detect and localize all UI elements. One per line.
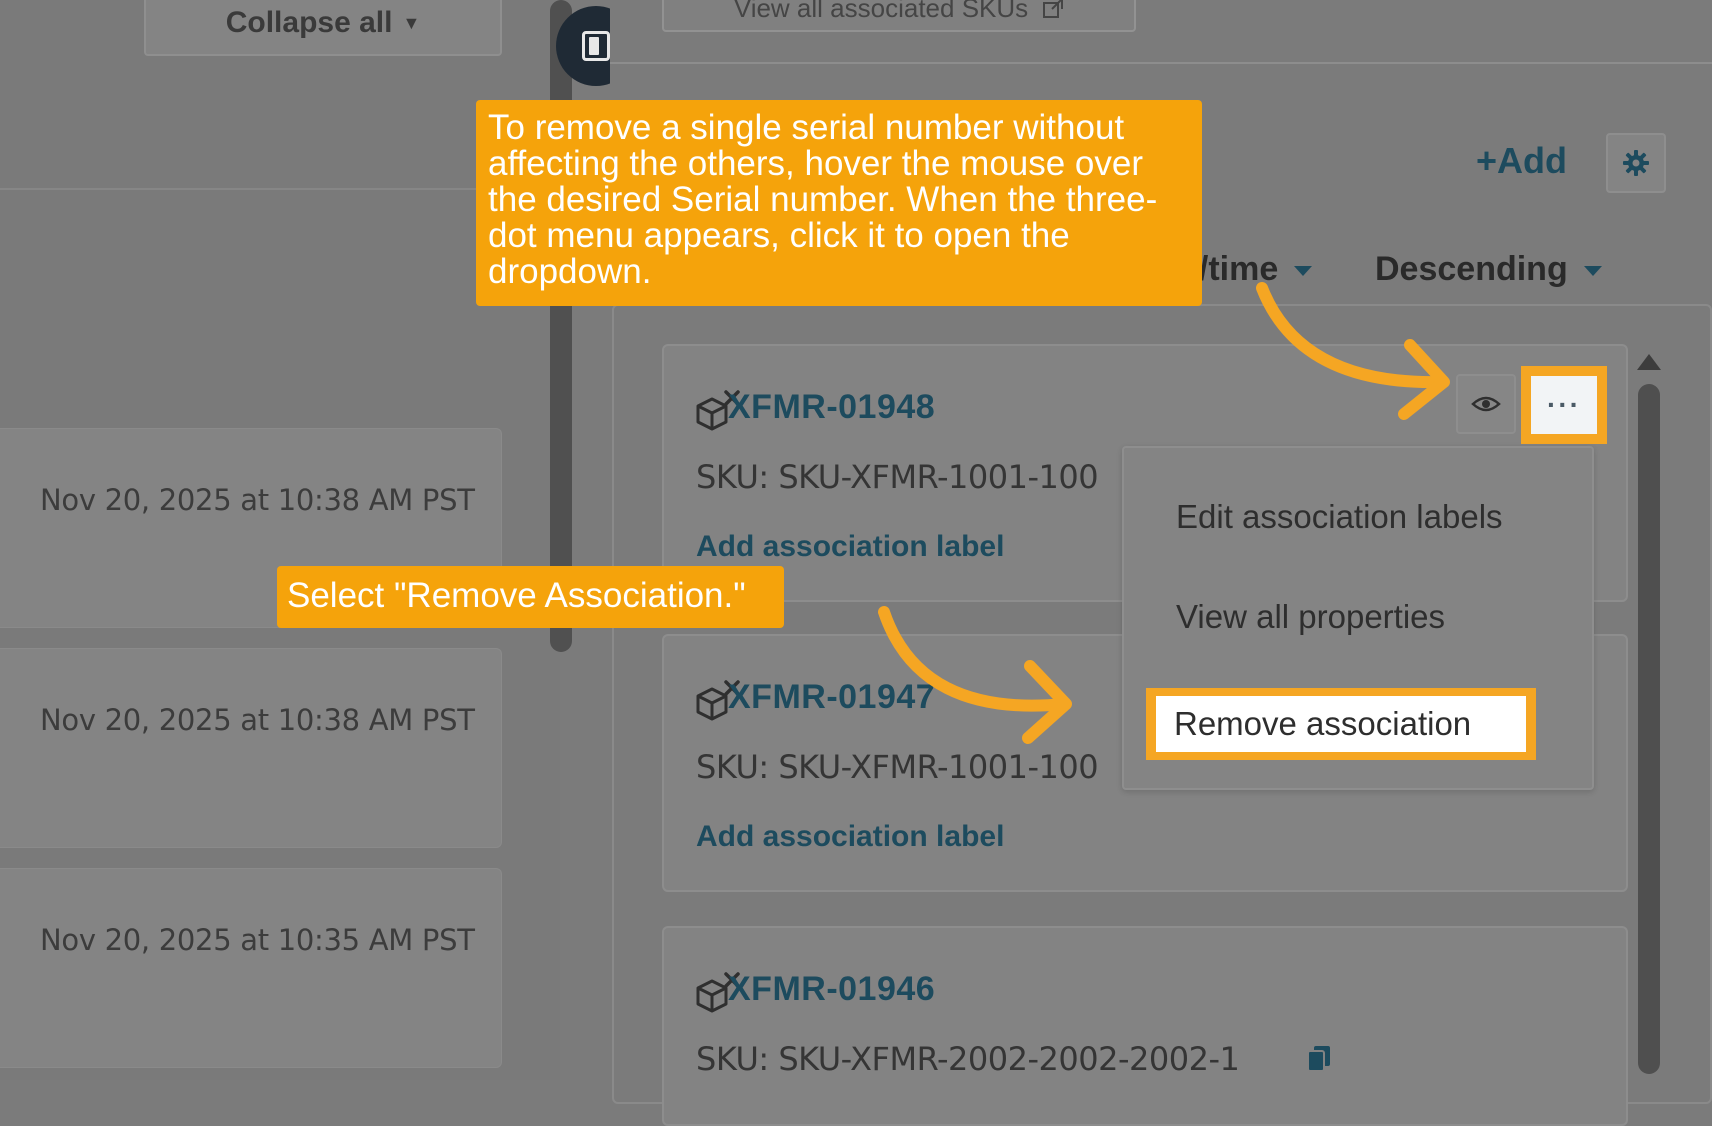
sort-order-label: Descending (1375, 250, 1568, 288)
add-association-label-link[interactable]: Add association label (696, 820, 1004, 854)
menu-item-view-all-properties[interactable]: View all properties (1176, 598, 1445, 636)
add-association-label-link[interactable]: Add association label (696, 530, 1004, 564)
activity-timestamp: Nov 20, 2025 at 10:38 AM PST (40, 703, 475, 737)
serial-sku: SKU: SKU-XFMR-1001-100 (696, 458, 1099, 496)
preview-button[interactable] (1456, 374, 1516, 434)
eye-icon (1471, 396, 1501, 412)
chevron-down-icon: ▼ (402, 12, 421, 33)
menu-item-remove-association[interactable]: Remove association (1156, 696, 1526, 752)
sidebar-toggle-icon (582, 31, 610, 61)
activity-scrollbar[interactable] (550, 0, 572, 652)
external-link-icon (1043, 0, 1064, 18)
serial-list-scrollbar[interactable] (1638, 384, 1660, 1074)
serial-card[interactable]: XFMR-01946 SKU: SKU-XFMR-2002-2002-2002-… (662, 926, 1628, 1126)
collapse-all-button[interactable]: Collapse all ▼ (144, 0, 502, 56)
serial-number-link[interactable]: XFMR-01946 (728, 970, 935, 1009)
collapse-all-label: Collapse all (225, 6, 393, 39)
tutorial-callout-select: Select "Remove Association." (277, 566, 784, 628)
view-all-skus-button[interactable]: View all associated SKUs (662, 0, 1136, 32)
view-all-skus-label: View all associated SKUs (733, 0, 1029, 23)
serial-number-link[interactable]: XFMR-01947 (728, 678, 935, 717)
copy-icon[interactable] (1306, 1044, 1332, 1072)
chevron-down-icon (1583, 266, 1602, 277)
activity-card[interactable]: Nov 20, 2025 at 10:35 AM PST (0, 868, 502, 1068)
serial-sku: SKU: SKU-XFMR-1001-100 (696, 748, 1099, 786)
chevron-down-icon (1294, 266, 1313, 277)
activity-timestamp: Nov 20, 2025 at 10:38 AM PST (40, 483, 475, 517)
gear-icon (1623, 150, 1649, 176)
tutorial-callout-hover: To remove a single serial number without… (476, 100, 1202, 306)
serial-number-link[interactable]: XFMR-01948 (728, 388, 935, 427)
settings-button[interactable] (1606, 133, 1666, 193)
menu-item-edit-association-labels[interactable]: Edit association labels (1176, 498, 1503, 536)
section-divider (610, 62, 1712, 64)
add-button[interactable]: +Add (1476, 140, 1567, 182)
serial-sku: SKU: SKU-XFMR-2002-2002-2002-1 (696, 1040, 1240, 1078)
activity-timestamp: Nov 20, 2025 at 10:35 AM PST (40, 923, 475, 957)
scroll-up-icon[interactable] (1637, 354, 1661, 370)
activity-card[interactable]: Nov 20, 2025 at 10:38 AM PST (0, 648, 502, 848)
activity-divider (0, 188, 540, 190)
more-options-button[interactable]: ··· (1531, 376, 1597, 434)
sort-order-dropdown[interactable]: Descending (1375, 250, 1602, 289)
